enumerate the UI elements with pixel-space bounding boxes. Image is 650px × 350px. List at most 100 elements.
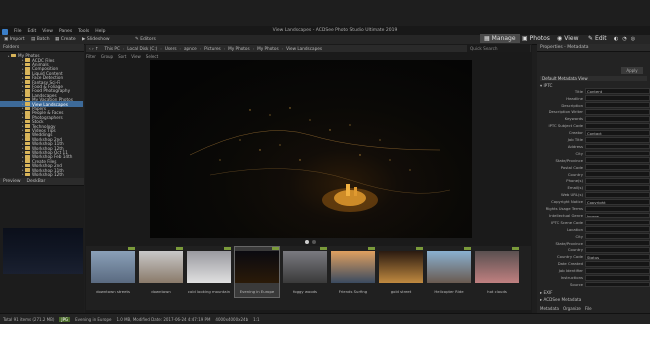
dashboard-icon[interactable]: ◔ bbox=[622, 36, 626, 42]
metadata-field-input[interactable]: Image bbox=[585, 212, 650, 219]
tab-file[interactable]: File bbox=[585, 306, 592, 311]
metadata-field-input[interactable] bbox=[585, 247, 650, 253]
app-icon bbox=[2, 28, 8, 35]
metadata-field-label: IPTC Subject Code bbox=[548, 123, 584, 129]
metadata-field-input[interactable] bbox=[585, 240, 650, 246]
metadata-field-input[interactable] bbox=[585, 274, 650, 281]
metadata-field-input[interactable] bbox=[585, 136, 650, 143]
metadata-field-row: Country bbox=[540, 171, 650, 177]
tab-preview[interactable]: Preview bbox=[3, 179, 21, 184]
thumbnail-item[interactable]: foggy woods bbox=[283, 247, 327, 297]
metadata-view-select[interactable]: Default Metadata View bbox=[540, 76, 647, 81]
menu-tools[interactable]: Tools bbox=[75, 29, 92, 34]
metadata-field-input[interactable] bbox=[585, 109, 650, 115]
tab-edit[interactable]: ✎ Edit bbox=[588, 34, 607, 43]
tab-metadata[interactable]: Metadata bbox=[540, 306, 559, 311]
breadcrumb-item[interactable]: Local Disk (C:) bbox=[124, 46, 160, 51]
mode-extra-icons: ◐ ◔ ◎ bbox=[614, 34, 635, 43]
menu-panes[interactable]: Panes bbox=[56, 29, 75, 34]
metadata-field-input[interactable] bbox=[585, 191, 650, 198]
metadata-field-input[interactable] bbox=[585, 226, 650, 233]
metadata-field-input[interactable] bbox=[585, 143, 650, 150]
metadata-field-input[interactable] bbox=[585, 233, 650, 240]
menu-edit[interactable]: Edit bbox=[25, 29, 40, 34]
thumbnail-item[interactable]: downtown bbox=[139, 247, 183, 297]
metadata-field-input[interactable] bbox=[585, 267, 650, 274]
thumbnail-item[interactable]: Evening in Europe bbox=[234, 246, 280, 298]
metadata-field-input[interactable] bbox=[585, 157, 650, 164]
online-icon[interactable]: ◎ bbox=[631, 36, 635, 42]
breadcrumb-item[interactable]: My Photos bbox=[254, 46, 282, 51]
metadata-field-input[interactable] bbox=[585, 164, 650, 171]
metadata-field-label: IPTC Scene Code bbox=[551, 219, 583, 225]
breadcrumb-item[interactable]: Users bbox=[162, 46, 180, 51]
metadata-field-input[interactable]: Contact bbox=[585, 129, 650, 136]
breadcrumb-item[interactable]: apnce bbox=[181, 46, 200, 51]
menu-help[interactable]: Help bbox=[92, 29, 108, 34]
manage-icon: ▦ bbox=[484, 35, 490, 42]
metadata-field-input[interactable] bbox=[585, 219, 650, 226]
exif-section[interactable]: ▸ EXIF bbox=[540, 290, 553, 295]
expand-toggle-icon[interactable]: ▸ bbox=[22, 172, 24, 176]
thumbnail-label: Evening in Europe bbox=[239, 289, 275, 294]
breadcrumb-item[interactable]: Pictures bbox=[201, 46, 224, 51]
metadata-field-row: Creator Contact bbox=[540, 129, 650, 136]
preview-image bbox=[3, 228, 83, 274]
metadata-field-row: IPTC Scene Code bbox=[540, 219, 650, 226]
properties-header: Properties - Metadata bbox=[537, 44, 650, 52]
tab-organize[interactable]: Organize bbox=[563, 306, 581, 311]
tab-deskbar[interactable]: DeskBar bbox=[27, 179, 46, 184]
folder-item[interactable]: ▸ Workshop 12th bbox=[0, 172, 83, 177]
thumbnail-item[interactable]: hot clouds bbox=[475, 247, 519, 297]
tab-photos[interactable]: ▣ Photos bbox=[522, 34, 550, 43]
metadata-field-input[interactable] bbox=[585, 116, 650, 122]
slideshow-button[interactable]: ▶ Slideshow bbox=[82, 37, 110, 42]
thumbnail-item[interactable]: downtown streets bbox=[91, 247, 135, 297]
page-dot[interactable] bbox=[305, 240, 309, 244]
metadata-field-input[interactable] bbox=[585, 260, 650, 267]
thumbnail-item[interactable]: cold looking mountain bbox=[187, 247, 231, 297]
thumbnail-item[interactable]: Helicopter Ride bbox=[427, 247, 471, 297]
filter-filter[interactable]: Filter bbox=[86, 54, 96, 59]
filter-view[interactable]: View bbox=[131, 54, 141, 59]
nav-arrows-icon[interactable]: ‹ › ↑ bbox=[86, 46, 102, 51]
metadata-field-input[interactable] bbox=[585, 281, 650, 288]
thumbnail-label: downtown bbox=[151, 289, 171, 294]
menu-view[interactable]: View bbox=[39, 29, 56, 34]
metadata-field-input[interactable] bbox=[585, 122, 650, 129]
photos-icon: ▣ bbox=[522, 35, 528, 42]
breadcrumb-item[interactable]: This PC bbox=[102, 46, 123, 51]
metadata-field-input[interactable]: Copyright bbox=[585, 198, 650, 205]
apply-button[interactable]: Apply bbox=[621, 67, 643, 74]
metadata-field-input[interactable] bbox=[585, 178, 650, 184]
iptc-section[interactable]: ▾ IPTC bbox=[540, 83, 552, 88]
editors-button[interactable]: ✎ Editors bbox=[135, 37, 156, 42]
batch-button[interactable]: ▤ Batch bbox=[31, 37, 50, 42]
tab-manage[interactable]: ▦ Manage bbox=[480, 34, 520, 43]
filter-select[interactable]: Select bbox=[146, 54, 158, 59]
import-button[interactable]: ▣ Import bbox=[4, 37, 25, 42]
metadata-field-input[interactable]: Status bbox=[585, 254, 650, 260]
menu-file[interactable]: File bbox=[11, 29, 25, 34]
quick-search-input[interactable]: Quick Search bbox=[467, 45, 530, 52]
tab-view[interactable]: ◉ View bbox=[557, 34, 579, 43]
metadata-field-input[interactable]: Content bbox=[585, 88, 650, 95]
filter-sort[interactable]: Sort bbox=[118, 54, 126, 59]
acdsee-metadata-section[interactable]: ▸ ACDSee Metadata bbox=[540, 297, 581, 302]
filter-group[interactable]: Group bbox=[101, 54, 113, 59]
metadata-field-input[interactable] bbox=[585, 205, 650, 212]
develop-icon[interactable]: ◐ bbox=[614, 36, 618, 42]
metadata-field-input[interactable] bbox=[585, 185, 650, 191]
metadata-field-row: Keywords bbox=[540, 116, 650, 122]
thumbnail-item[interactable]: gold street bbox=[379, 247, 423, 297]
thumbnail-item[interactable]: Friends Surfing bbox=[331, 247, 375, 297]
breadcrumb-item[interactable]: My Photos bbox=[225, 46, 253, 51]
main-photo bbox=[150, 60, 472, 238]
breadcrumb-item[interactable]: View Landscapes bbox=[283, 46, 325, 51]
page-dot[interactable] bbox=[312, 240, 316, 244]
metadata-field-input[interactable] bbox=[585, 171, 650, 177]
metadata-field-input[interactable] bbox=[585, 95, 650, 102]
create-button[interactable]: ▦ Create bbox=[55, 37, 76, 42]
metadata-field-input[interactable] bbox=[585, 102, 650, 108]
metadata-field-input[interactable] bbox=[585, 150, 650, 157]
